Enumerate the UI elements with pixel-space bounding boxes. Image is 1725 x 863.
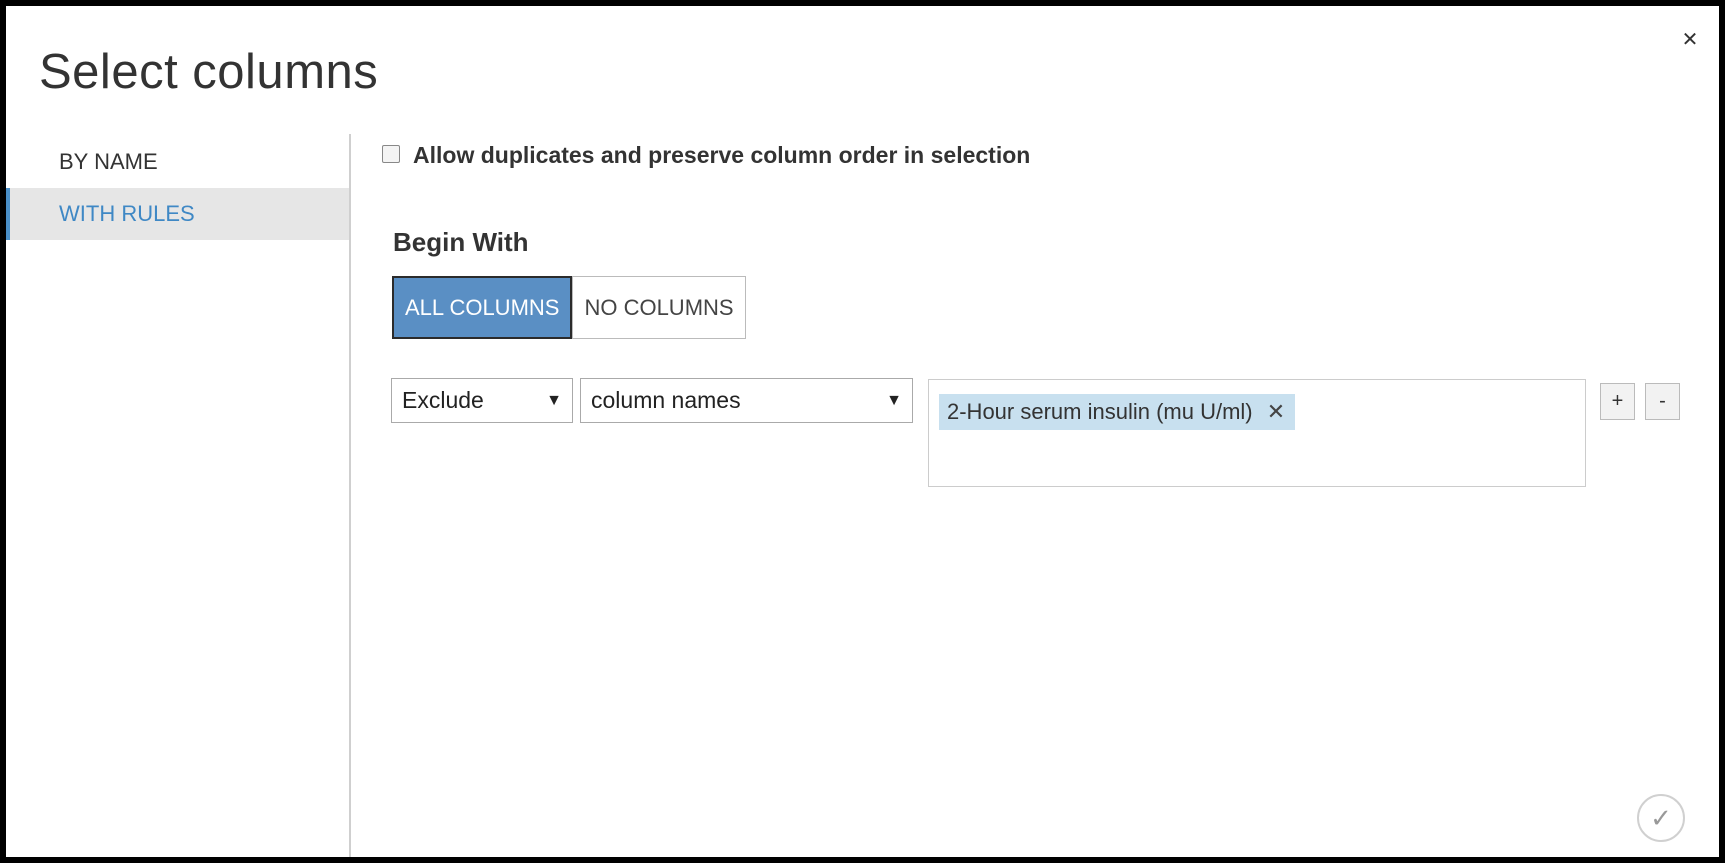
- add-rule-button[interactable]: +: [1600, 383, 1635, 420]
- begin-with-toggle: ALL COLUMNS NO COLUMNS: [392, 276, 746, 339]
- sidebar: BY NAME WITH RULES: [6, 136, 349, 240]
- allow-duplicates-label[interactable]: Allow duplicates and preserve column ord…: [413, 142, 1030, 169]
- dropdown-arrow-icon: ▼: [546, 392, 562, 409]
- column-names-input[interactable]: 2-Hour serum insulin (mu U/ml) ✕: [928, 379, 1586, 487]
- column-tag-label: 2-Hour serum insulin (mu U/ml): [947, 399, 1253, 424]
- remove-tag-icon[interactable]: ✕: [1267, 399, 1285, 424]
- ok-checkmark-icon[interactable]: ✓: [1637, 794, 1685, 842]
- rule-action-value: Exclude: [402, 387, 484, 413]
- dialog-title: Select columns: [39, 45, 379, 99]
- sidebar-item-by-name[interactable]: BY NAME: [6, 136, 349, 188]
- sidebar-item-with-rules[interactable]: WITH RULES: [6, 188, 349, 240]
- rule-type-value: column names: [591, 387, 741, 413]
- close-icon[interactable]: ✕: [1678, 28, 1702, 52]
- column-tag: 2-Hour serum insulin (mu U/ml) ✕: [939, 394, 1296, 430]
- select-columns-dialog: ✕ Select columns BY NAME WITH RULES Allo…: [6, 6, 1719, 857]
- begin-with-heading: Begin With: [393, 227, 529, 257]
- rule-action-select[interactable]: Exclude ▼: [391, 378, 573, 423]
- all-columns-button[interactable]: ALL COLUMNS: [392, 276, 573, 339]
- remove-rule-button[interactable]: -: [1645, 383, 1680, 420]
- rule-type-select[interactable]: column names ▼: [580, 378, 913, 423]
- allow-duplicates-checkbox[interactable]: [382, 145, 400, 163]
- dropdown-arrow-icon: ▼: [886, 392, 902, 409]
- sidebar-divider: [349, 134, 351, 857]
- no-columns-button[interactable]: NO COLUMNS: [572, 276, 746, 339]
